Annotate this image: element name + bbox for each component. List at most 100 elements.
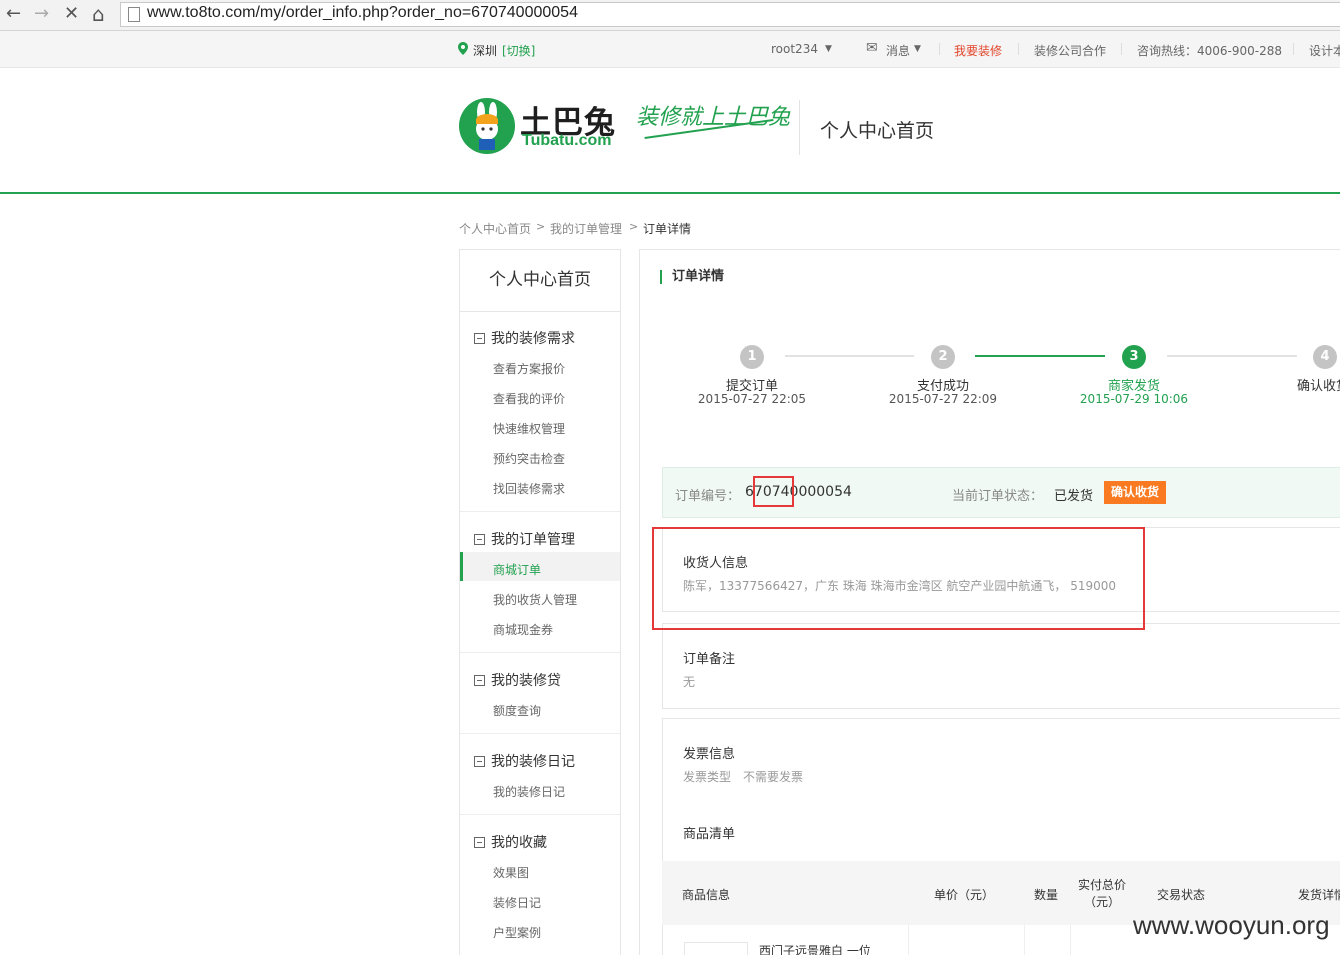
rabbit-logo-icon[interactable] <box>459 98 515 154</box>
home-icon[interactable]: ⌂ <box>92 4 105 24</box>
step-4-badge: 4 <box>1313 345 1337 369</box>
divider <box>939 43 940 55</box>
remark-title: 订单备注 <box>683 652 736 667</box>
location-pin-icon <box>458 42 468 55</box>
divider <box>1024 925 1025 955</box>
confirm-receipt-button[interactable]: 确认收货 <box>1104 481 1167 504</box>
step-2-badge: 2 <box>931 345 955 369</box>
step-1-badge: 1 <box>740 345 764 369</box>
sidebar-group-needs[interactable]: 我的装修需求 <box>474 328 575 348</box>
sidebar-item[interactable]: 装修日记 <box>493 894 541 911</box>
progress-line <box>785 355 914 357</box>
chevron-down-icon: ▼ <box>825 44 832 54</box>
renovate-link[interactable]: 我要装修 <box>954 42 1002 59</box>
divider <box>1018 43 1019 55</box>
page-icon <box>128 7 140 22</box>
order-number-label: 订单编号： <box>675 489 741 504</box>
order-status-label: 当前订单状态： <box>952 489 1044 504</box>
sidebar: 个人中心首页 我的装修需求 查看方案报价 查看我的评价 快速维权管理 预约突击检… <box>459 249 621 955</box>
page-title: 个人中心首页 <box>820 120 935 142</box>
step-3-badge: 3 <box>1122 345 1146 369</box>
invoice-type-value: 不需要发票 <box>743 770 804 784</box>
sidebar-item[interactable]: 户型案例 <box>493 924 541 941</box>
browser-toolbar: ← → ✕ ⌂ www.to8to.com/my/order_info.php?… <box>0 0 1340 31</box>
sidebar-item-mall-orders[interactable]: 商城订单 <box>493 561 541 578</box>
highlight-box <box>753 476 794 507</box>
sidebar-item[interactable]: 快速维权管理 <box>493 420 565 437</box>
partner-link[interactable]: 装修公司合作 <box>1034 42 1106 59</box>
column-header: 发货详情 <box>1298 888 1340 902</box>
messages-link[interactable]: 消息 <box>886 42 910 59</box>
sidebar-group-favorites[interactable]: 我的收藏 <box>474 832 547 852</box>
chevron-right-icon: > <box>629 220 639 233</box>
divider <box>1293 43 1294 55</box>
sidebar-group-loan[interactable]: 我的装修贷 <box>474 670 561 690</box>
stop-icon[interactable]: ✕ <box>64 4 79 24</box>
designer-link[interactable]: 设计本 <box>1309 42 1340 59</box>
highlight-box <box>652 527 1145 630</box>
invoice-title: 发票信息 <box>683 747 736 762</box>
forward-icon[interactable]: → <box>34 4 49 24</box>
divider <box>460 511 620 512</box>
collapse-icon <box>474 534 485 545</box>
hotline-text: 咨询热线：4006-900-288 <box>1137 44 1283 58</box>
column-header: 商品信息 <box>682 888 731 902</box>
collapse-icon <box>474 333 485 344</box>
city-label: 深圳 <box>473 44 498 58</box>
column-header: 数量 <box>1034 888 1059 902</box>
sidebar-item[interactable]: 我的收货人管理 <box>493 591 577 608</box>
sidebar-title[interactable]: 个人中心首页 <box>460 250 620 312</box>
divider <box>460 733 620 734</box>
sidebar-item[interactable]: 找回装修需求 <box>493 480 565 497</box>
header-divider <box>799 100 800 155</box>
invoice-type-label: 发票类型 <box>683 770 732 784</box>
sidebar-item[interactable]: 查看方案报价 <box>493 360 565 377</box>
column-header: 交易状态 <box>1157 888 1206 902</box>
product-name[interactable]: 西门子远景雅白 一位 <box>759 942 871 955</box>
header-green-line <box>0 192 1340 194</box>
city-switch-link[interactable]: [切换] <box>502 42 535 59</box>
column-header: 单价（元） <box>934 888 995 902</box>
sidebar-item[interactable]: 额度查询 <box>493 702 541 719</box>
user-menu[interactable]: root234 <box>771 42 818 56</box>
goods-title: 商品清单 <box>683 827 736 842</box>
site-topbar: 深圳 [切换] root234 ▼ ✉ 消息 ▼ 我要装修 装修公司合作 咨询热… <box>0 31 1340 68</box>
step-1-date: 2015-07-27 22:05 <box>697 392 807 406</box>
url-text[interactable]: www.to8to.com/my/order_info.php?order_no… <box>147 4 578 22</box>
sidebar-group-diary[interactable]: 我的装修日记 <box>474 751 575 771</box>
collapse-icon <box>474 675 485 686</box>
collapse-icon <box>474 756 485 767</box>
sidebar-item[interactable]: 我的装修日记 <box>493 783 565 800</box>
chevron-right-icon: > <box>536 220 546 233</box>
sidebar-item[interactable]: 查看我的评价 <box>493 390 565 407</box>
section-title: 订单详情 <box>660 270 724 284</box>
back-icon[interactable]: ← <box>6 4 21 24</box>
divider <box>1121 43 1122 55</box>
mail-icon: ✉ <box>866 40 878 56</box>
sidebar-item[interactable]: 预约突击检查 <box>493 450 565 467</box>
address-bar[interactable]: www.to8to.com/my/order_info.php?order_no… <box>120 2 1340 27</box>
step-3-date: 2015-07-29 10:06 <box>1079 392 1189 406</box>
step-4-label: 确认收货 <box>1297 379 1340 394</box>
brand-slogan: 装修就上土巴兔 <box>636 105 791 130</box>
breadcrumb-orders[interactable]: 我的订单管理 <box>550 220 622 237</box>
breadcrumb-current: 订单详情 <box>643 222 692 236</box>
step-2-date: 2015-07-27 22:09 <box>888 392 998 406</box>
product-thumbnail[interactable] <box>684 942 748 955</box>
progress-line <box>1167 355 1297 357</box>
order-status: 已发货 <box>1054 489 1094 504</box>
divider <box>460 652 620 653</box>
sidebar-item[interactable]: 效果图 <box>493 864 529 881</box>
sidebar-group-orders[interactable]: 我的订单管理 <box>474 529 575 549</box>
breadcrumb-home[interactable]: 个人中心首页 <box>459 220 531 237</box>
column-header: 实付总价 （元） <box>1077 878 1126 909</box>
progress-line-done <box>975 355 1105 357</box>
sidebar-item[interactable]: 商城现金券 <box>493 621 553 638</box>
brand-name-en: Tubatu.com <box>522 132 612 149</box>
watermark: www.wooyun.org <box>1133 910 1330 940</box>
divider <box>1070 925 1071 955</box>
remark-panel: 订单备注 无 <box>662 623 1340 709</box>
divider <box>460 814 620 815</box>
collapse-icon <box>474 837 485 848</box>
chevron-down-icon: ▼ <box>914 44 921 54</box>
